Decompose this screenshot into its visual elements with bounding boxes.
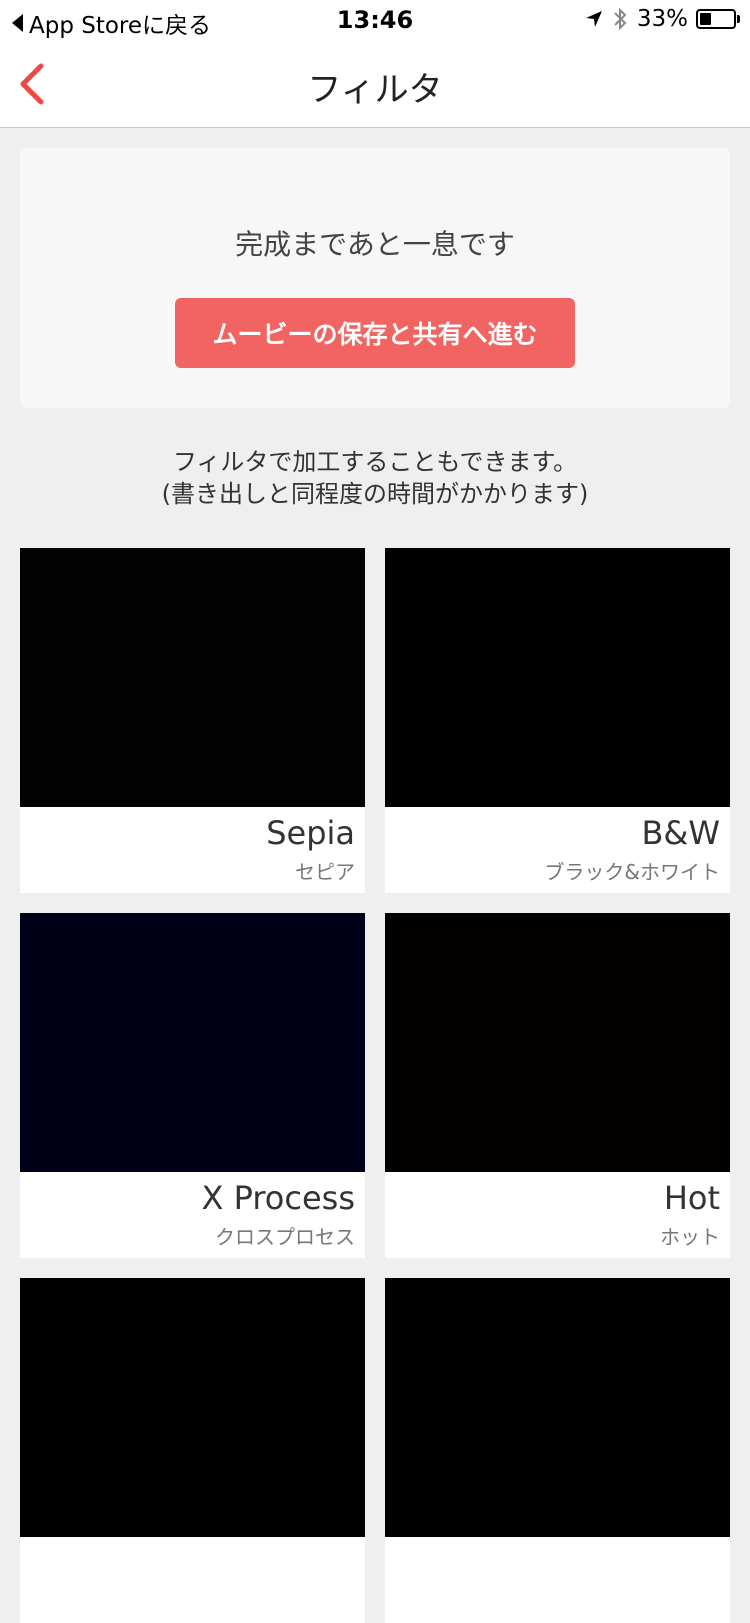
info-line-1: フィルタで加工することもできます。 — [172, 448, 578, 476]
filter-subtitle: クロスプロセス — [215, 1225, 355, 1249]
filter-subtitle: セピア — [295, 860, 355, 884]
status-bar: App Storeに戻る 13:46 33% — [0, 0, 750, 40]
filter-tile-sepia[interactable]: Sepia セピア — [20, 548, 365, 893]
filter-preview — [20, 1278, 365, 1537]
filter-preview — [20, 913, 365, 1172]
status-right: 33% — [585, 6, 740, 32]
battery-percent: 33% — [636, 6, 688, 32]
filter-preview — [385, 913, 730, 1172]
save-and-share-button[interactable]: ムービーの保存と共有へ進む — [175, 298, 575, 368]
completion-message: 完成まであと一息です — [235, 228, 515, 261]
filter-preview — [385, 1278, 730, 1537]
filter-name: B&W — [641, 814, 720, 852]
info-line-2: (書き出しと同程度の時間がかかります) — [161, 480, 589, 508]
filter-subtitle: ホット — [660, 1225, 720, 1249]
battery-level — [700, 13, 711, 25]
location-arrow-icon — [585, 10, 603, 28]
filter-subtitle: ブラック&ホワイト — [544, 860, 720, 884]
filter-tile-6[interactable] — [385, 1278, 730, 1623]
battery-icon — [696, 9, 740, 29]
page-title: フィルタ — [307, 70, 443, 110]
filter-tile-hot[interactable]: Hot ホット — [385, 913, 730, 1258]
filter-info-text: フィルタで加工することもできます。 (書き出しと同程度の時間がかかります) — [0, 446, 750, 510]
completion-card: 完成まであと一息です ムービーの保存と共有へ進む — [20, 148, 730, 408]
bluetooth-icon — [613, 7, 627, 31]
filter-tile-5[interactable] — [20, 1278, 365, 1623]
filter-name: X Process — [201, 1179, 355, 1217]
filter-preview — [385, 548, 730, 807]
filter-tile-x-process[interactable]: X Process クロスプロセス — [20, 913, 365, 1258]
filter-tile-bw[interactable]: B&W ブラック&ホワイト — [385, 548, 730, 893]
navigation-bar: フィルタ — [0, 40, 750, 128]
filter-name: Hot — [663, 1179, 720, 1217]
filter-preview — [20, 548, 365, 807]
filter-name: Sepia — [266, 814, 355, 852]
